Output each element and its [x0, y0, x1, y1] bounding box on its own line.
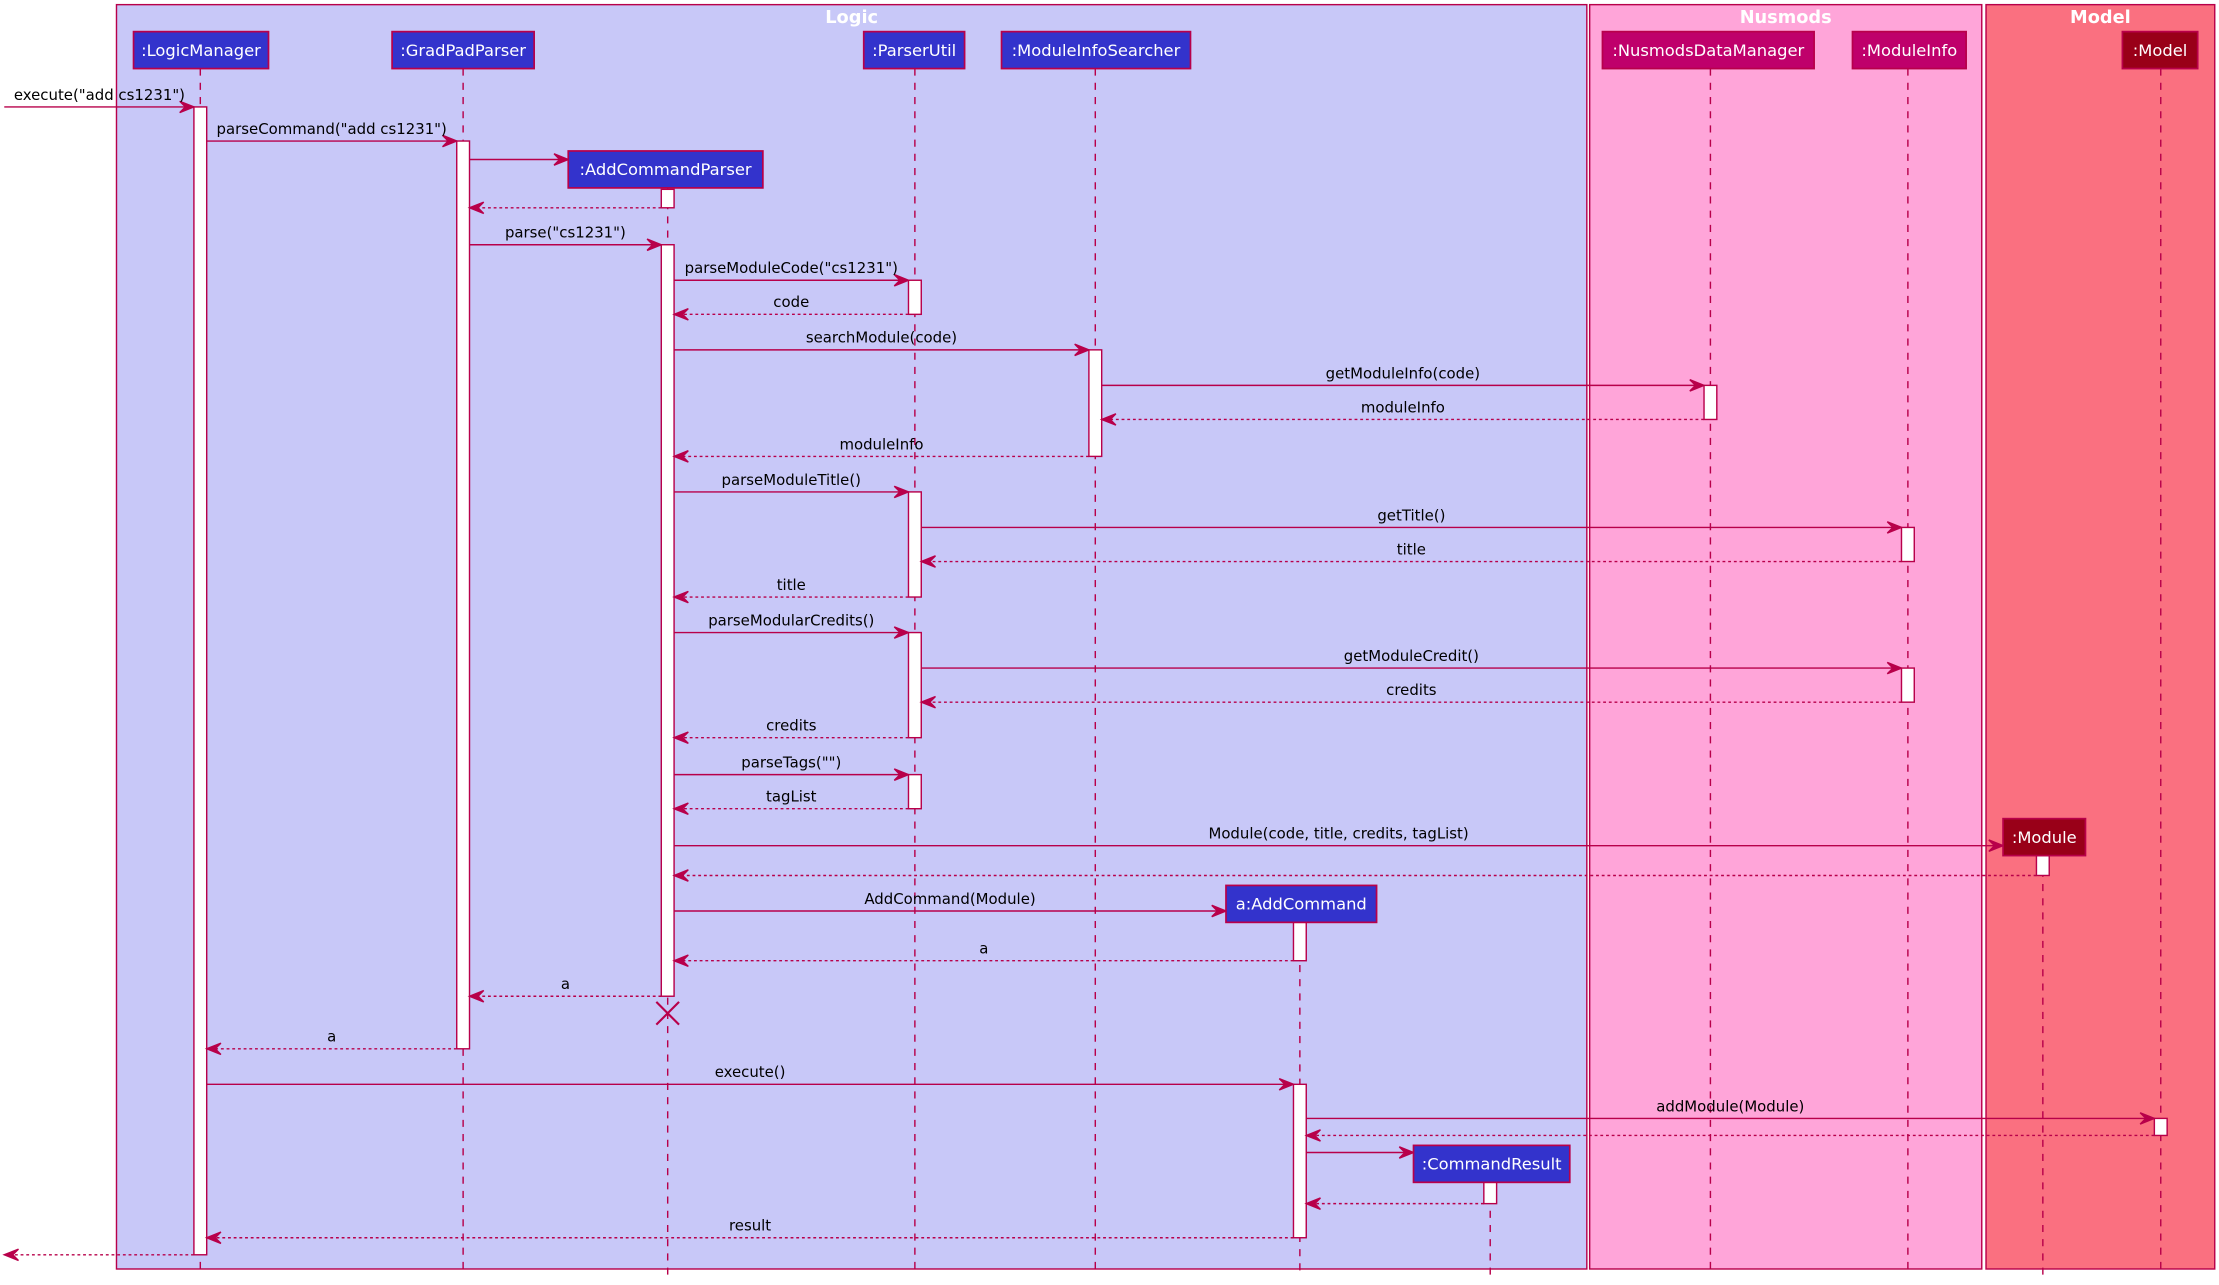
activation-bar-mis — [1088, 349, 1103, 458]
activation-bar-acp — [660, 244, 675, 997]
message-label: a — [327, 1028, 336, 1046]
message-label: title — [777, 576, 806, 594]
activation-bar-acp — [660, 188, 675, 209]
message-label: title — [1397, 540, 1426, 558]
message-label: parseTags("") — [741, 754, 841, 772]
participant-label-lm: :LogicManager — [141, 41, 261, 60]
message-label: credits — [766, 717, 817, 735]
activation-bar-ac — [1292, 1083, 1307, 1239]
message-label: a — [979, 940, 988, 958]
message-label: getModuleCredit() — [1344, 647, 1479, 665]
message-label: execute("add cs1231") — [14, 86, 185, 104]
message-label: searchModule(code) — [806, 329, 957, 347]
activation-bar-mi — [1900, 526, 1915, 563]
frames: Logic Nusmods Model — [115, 3, 2216, 1270]
sequence-diagram: Logic Nusmods Model execute("add cs1231") p… — [2, 3, 2216, 1277]
message-label: tagList — [766, 788, 817, 806]
activation-bar-pu — [907, 631, 922, 739]
message-label: parseModuleTitle() — [722, 471, 861, 489]
activation-bar-gpp — [456, 140, 471, 1050]
message-label: a — [561, 975, 570, 993]
activation-bar-ac — [1292, 921, 1307, 962]
activation-bar-pu — [907, 491, 922, 598]
participant-label-gpp: :GradPadParser — [400, 41, 526, 60]
message-label: credits — [1386, 681, 1437, 699]
activation-bar-m — [2153, 1117, 2168, 1137]
message-label: moduleInfo — [839, 435, 923, 453]
participant-label-m: :Model — [2133, 41, 2188, 60]
message-label: parse("cs1231") — [505, 224, 626, 242]
activation-bar-mod — [2035, 854, 2050, 877]
frame-model — [1985, 3, 2216, 1270]
activation-bar-cr — [1483, 1181, 1498, 1205]
message-label: parseModularCredits() — [708, 611, 874, 629]
message-label: getModuleInfo(code) — [1326, 364, 1480, 382]
participant-label-ac: a:AddCommand — [1236, 895, 1367, 914]
message-label: parseModuleCode("cs1231") — [685, 259, 898, 277]
frame-logic — [115, 3, 1588, 1270]
activation-bar-ndm — [1703, 384, 1718, 421]
participant-label-acp: :AddCommandParser — [579, 160, 751, 179]
message-label: result — [729, 1217, 771, 1235]
participant-label-mis: :ModuleInfoSearcher — [1012, 41, 1181, 60]
message-label: AddCommand(Module) — [864, 890, 1035, 908]
participant-label-mi: :ModuleInfo — [1861, 41, 1957, 60]
activation-bar-lm — [193, 106, 208, 1256]
participant-label-mod: :Module — [2012, 828, 2077, 847]
frame-title-model: Model — [2070, 8, 2131, 28]
message-label: addModule(Module) — [1656, 1097, 1804, 1115]
frame-title-nusmods: Nusmods — [1740, 8, 1832, 28]
participant-label-pu: :ParserUtil — [872, 41, 956, 60]
frame-nusmods — [1588, 3, 1983, 1270]
message-label: execute() — [715, 1063, 786, 1081]
message-label: parseCommand("add cs1231") — [217, 120, 447, 138]
message-label: moduleInfo — [1361, 398, 1445, 416]
activation-bar-pu — [907, 773, 922, 810]
activation-bar-mi — [1900, 667, 1915, 703]
activation-bar-pu — [907, 279, 922, 316]
message-label: getTitle() — [1377, 506, 1445, 524]
participant-label-ndm: :NusmodsDataManager — [1612, 41, 1804, 60]
message-label: code — [773, 293, 809, 311]
message-label: Module(code, title, credits, tagList) — [1208, 825, 1468, 843]
participant-label-cr: :CommandResult — [1422, 1155, 1562, 1174]
frame-title-logic: Logic — [825, 8, 878, 28]
